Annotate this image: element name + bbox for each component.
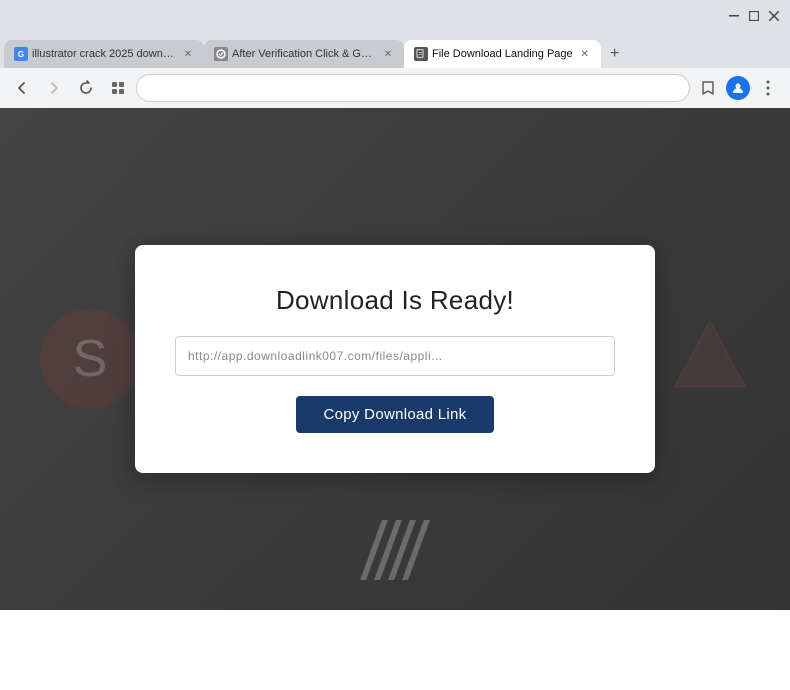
title-bar bbox=[0, 0, 790, 32]
nav-bar bbox=[0, 68, 790, 108]
menu-button[interactable] bbox=[754, 74, 782, 102]
tab-1-favicon: G bbox=[14, 47, 28, 61]
tab-3-close[interactable]: ✕ bbox=[577, 46, 593, 62]
profile-button[interactable] bbox=[724, 74, 752, 102]
tab-3-favicon bbox=[414, 47, 428, 61]
tab-1-title: illustrator crack 2025 downloa... bbox=[32, 48, 176, 60]
extensions-button[interactable] bbox=[104, 74, 132, 102]
minimize-button[interactable] bbox=[726, 8, 742, 24]
tab-3[interactable]: File Download Landing Page ✕ bbox=[404, 40, 601, 68]
tab-3-title: File Download Landing Page bbox=[432, 48, 573, 60]
download-link-input[interactable] bbox=[175, 336, 615, 376]
window-controls bbox=[726, 8, 782, 24]
maximize-button[interactable] bbox=[746, 8, 762, 24]
address-bar[interactable] bbox=[136, 74, 690, 102]
tab-bar: G illustrator crack 2025 downloa... ✕ Af… bbox=[0, 32, 790, 68]
bookmark-button[interactable] bbox=[694, 74, 722, 102]
tab-2-close[interactable]: ✕ bbox=[380, 46, 396, 62]
back-button[interactable] bbox=[8, 74, 36, 102]
copy-download-link-button[interactable]: Copy Download Link bbox=[296, 396, 495, 433]
tab-1[interactable]: G illustrator crack 2025 downloa... ✕ bbox=[4, 40, 204, 68]
download-dialog: Download Is Ready! Copy Download Link bbox=[135, 245, 655, 473]
close-button[interactable] bbox=[766, 8, 782, 24]
tab-2-title: After Verification Click & Go to... bbox=[232, 48, 376, 60]
new-tab-button[interactable]: + bbox=[601, 40, 629, 68]
nav-right bbox=[694, 74, 782, 102]
page-content: SPIRIT S Download Is Ready! Copy Downloa… bbox=[0, 108, 790, 610]
browser-chrome: G illustrator crack 2025 downloa... ✕ Af… bbox=[0, 0, 790, 108]
dialog-overlay: Download Is Ready! Copy Download Link bbox=[0, 108, 790, 610]
profile-avatar bbox=[726, 76, 750, 100]
dialog-title: Download Is Ready! bbox=[276, 285, 514, 316]
tab-2-favicon bbox=[214, 47, 228, 61]
reload-button[interactable] bbox=[72, 74, 100, 102]
tab-1-close[interactable]: ✕ bbox=[180, 46, 196, 62]
tab-2[interactable]: After Verification Click & Go to... ✕ bbox=[204, 40, 404, 68]
forward-button[interactable] bbox=[40, 74, 68, 102]
